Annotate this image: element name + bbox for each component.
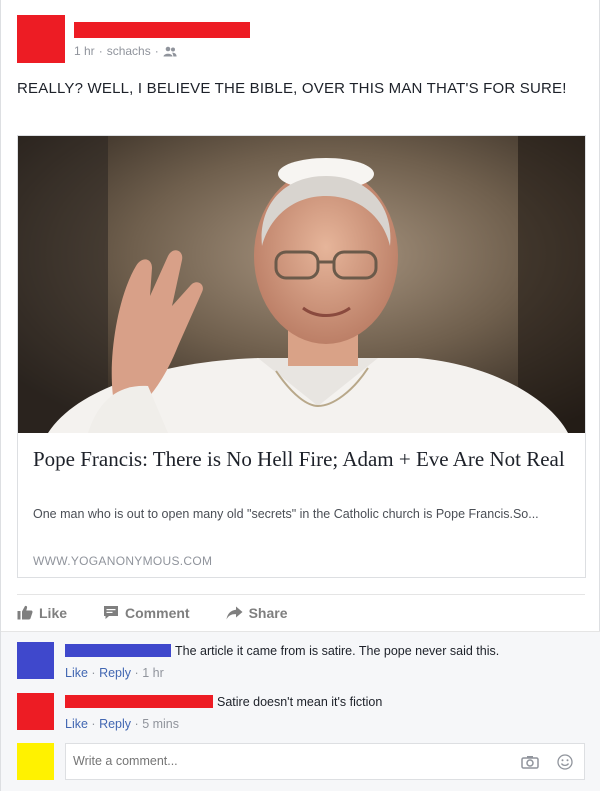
meta-separator: · [134,666,139,680]
comment-meta: Like · Reply · 5 mins [65,717,179,731]
comment-reply-link[interactable]: Reply [99,666,131,680]
link-preview-card[interactable]: Pope Francis: There is No Hell Fire; Ada… [17,135,586,578]
comments-section: The article it came from is satire. The … [1,631,600,791]
meta-separator: · [91,717,96,731]
emoji-icon[interactable] [557,754,573,770]
author-avatar-redacted[interactable] [17,15,65,63]
link-preview-image[interactable] [18,136,585,433]
comment-like-link[interactable]: Like [65,666,88,680]
thumbs-up-icon [17,605,33,620]
link-description: One man who is out to open many old "sec… [33,507,539,521]
commenter-avatar-redacted[interactable] [17,642,54,679]
author-name-redacted[interactable] [74,22,250,38]
share-label: Share [248,604,288,621]
comment-composer[interactable] [65,743,585,780]
commenter-name-redacted[interactable] [65,695,213,708]
facebook-post: 1 hr · schachs · REALLY? WELL, I BELIEVE… [0,0,600,791]
camera-icon[interactable] [521,755,539,769]
link-title[interactable]: Pope Francis: There is No Hell Fire; Ada… [33,446,573,473]
comment-time[interactable]: 5 mins [142,717,179,731]
meta-separator: · [154,44,159,58]
pope-photo-illustration [18,136,585,433]
like-button[interactable]: Like [17,605,67,621]
meta-separator: · [134,717,139,731]
comment-input[interactable] [73,754,493,768]
comment-reply-link[interactable]: Reply [99,717,131,731]
share-button[interactable]: Share [226,605,288,621]
comment-like-link[interactable]: Like [65,717,88,731]
comment-bubble-icon [104,606,119,619]
meta-separator: · [98,44,103,58]
post-meta: 1 hr · schachs · [74,44,177,58]
friends-audience-icon[interactable] [163,46,177,57]
post-location[interactable]: schachs [107,44,151,58]
link-domain: WWW.YOGANONYMOUS.COM [33,554,213,568]
commenter-name-redacted[interactable] [65,644,171,657]
like-label: Like [39,604,68,621]
post-time[interactable]: 1 hr [74,44,95,58]
comment-button[interactable]: Comment [103,605,190,621]
meta-separator: · [91,666,96,680]
commenter-avatar-redacted[interactable] [17,693,54,730]
comment-text: Satire doesn't mean it's fiction [217,695,383,709]
comment-text: The article it came from is satire. The … [175,644,500,658]
comment-time[interactable]: 1 hr [142,666,164,680]
share-arrow-icon [226,606,243,619]
current-user-avatar-redacted[interactable] [17,743,54,780]
post-status-text: REALLY? WELL, I BELIEVE THE BIBLE, OVER … [17,80,567,97]
comment-label: Comment [125,604,190,621]
post-actions-bar: Like Comment Share [17,594,585,630]
comment-meta: Like · Reply · 1 hr [65,666,164,680]
